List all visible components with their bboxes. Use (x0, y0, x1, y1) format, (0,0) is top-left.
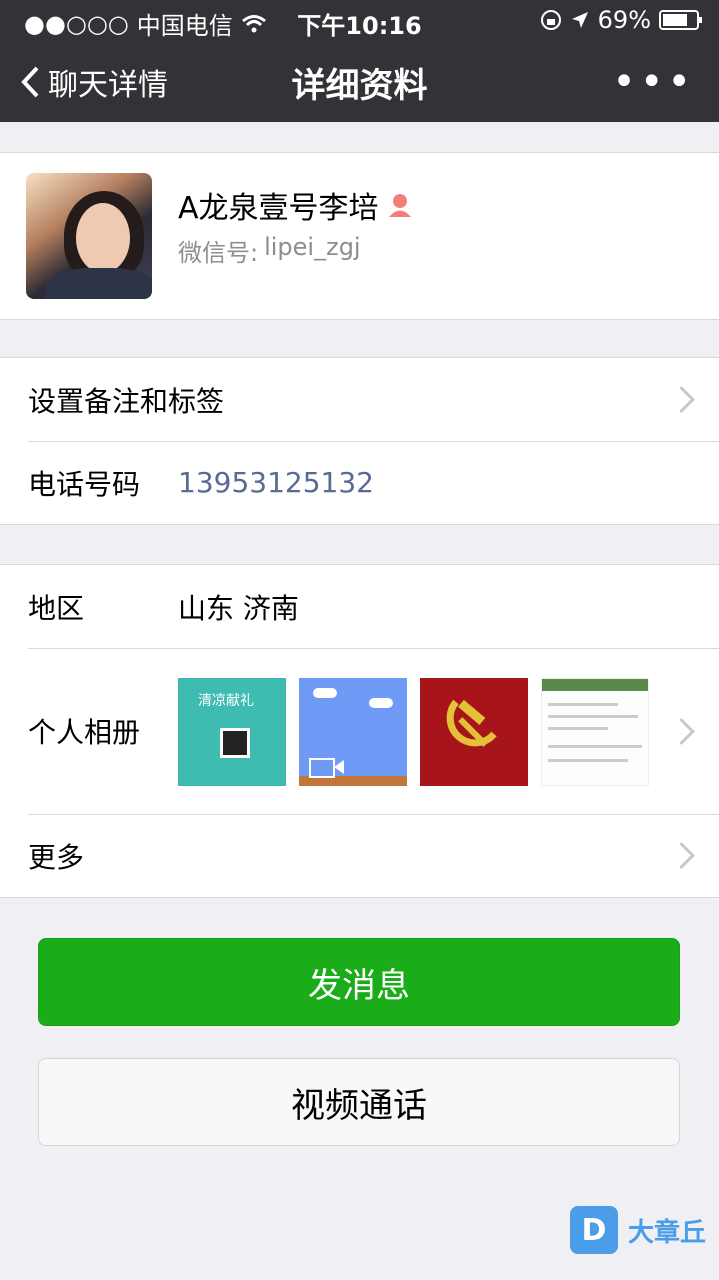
status-right: 69% (540, 6, 703, 34)
send-message-button[interactable]: 发消息 (38, 938, 680, 1026)
album-thumbnail-text: 清凉献礼 (198, 693, 254, 709)
chevron-right-icon (668, 386, 695, 413)
profile-card: A龙泉壹号李培 微信号: lipei_zgj (0, 152, 719, 320)
female-gender-icon (388, 194, 411, 217)
video-camera-icon (309, 758, 335, 778)
more-row[interactable]: 更多 (0, 814, 719, 897)
profile-name-row: A龙泉壹号李培 (178, 183, 413, 227)
album-thumbnail: 清凉献礼 (178, 678, 286, 786)
status-bar: ●●○○○ 中国电信 下午10:16 69% (0, 0, 719, 40)
remark-and-tags-row[interactable]: 设置备注和标签 (0, 358, 719, 441)
album-thumbnail (420, 678, 528, 786)
chevron-right-icon (668, 842, 695, 869)
phone-number-link[interactable]: 13953125132 (178, 466, 374, 499)
region-row: 地区 山东 济南 (0, 565, 719, 648)
more-options-button[interactable]: ••• (612, 62, 695, 102)
video-call-button[interactable]: 视频通话 (38, 1058, 680, 1146)
battery-percent: 69% (597, 6, 651, 34)
more-label: 更多 (28, 840, 85, 874)
album-thumbnail (541, 678, 649, 786)
qr-code-icon (220, 728, 250, 758)
personal-album-label: 个人相册 (28, 716, 141, 749)
battery-icon (659, 10, 702, 30)
watermark-text: 大章丘 (628, 1217, 707, 1248)
chevron-right-icon (668, 717, 695, 745)
wechat-id-label: 微信号: (178, 239, 259, 267)
page-title: 详细资料 (291, 66, 428, 106)
region-value: 山东 济南 (178, 591, 299, 625)
hammer-sickle-icon (446, 699, 497, 747)
watermark: D 大章丘 (570, 1206, 706, 1254)
top-bar: ●●○○○ 中国电信 下午10:16 69% 聊天详情 详细资料 ••• (0, 0, 719, 122)
navigation-bar: 聊天详情 详细资料 ••• (0, 40, 719, 122)
details-group: 地区 山东 济南 个人相册 清凉献礼 更多 (0, 564, 719, 898)
watermark-logo-icon: D (570, 1206, 618, 1254)
phone-label: 电话号码 (28, 467, 141, 501)
album-thumbnails: 清凉献礼 (178, 678, 649, 786)
location-arrow-icon (571, 12, 588, 28)
wechat-id-value: lipei_zgj (264, 233, 361, 261)
personal-album-row[interactable]: 个人相册 清凉献礼 (0, 648, 719, 814)
remark-and-tags-label: 设置备注和标签 (28, 384, 225, 418)
avatar[interactable] (26, 173, 152, 299)
album-thumbnail (299, 678, 407, 786)
contact-info-group: 设置备注和标签 电话号码 13953125132 (0, 357, 719, 525)
profile-name: A龙泉壹号李培 (178, 191, 379, 226)
wechat-id-row: 微信号: lipei_zgj (178, 233, 361, 268)
region-label: 地区 (28, 591, 85, 625)
rotation-lock-icon (540, 10, 561, 30)
phone-row: 电话号码 13953125132 (0, 441, 719, 524)
